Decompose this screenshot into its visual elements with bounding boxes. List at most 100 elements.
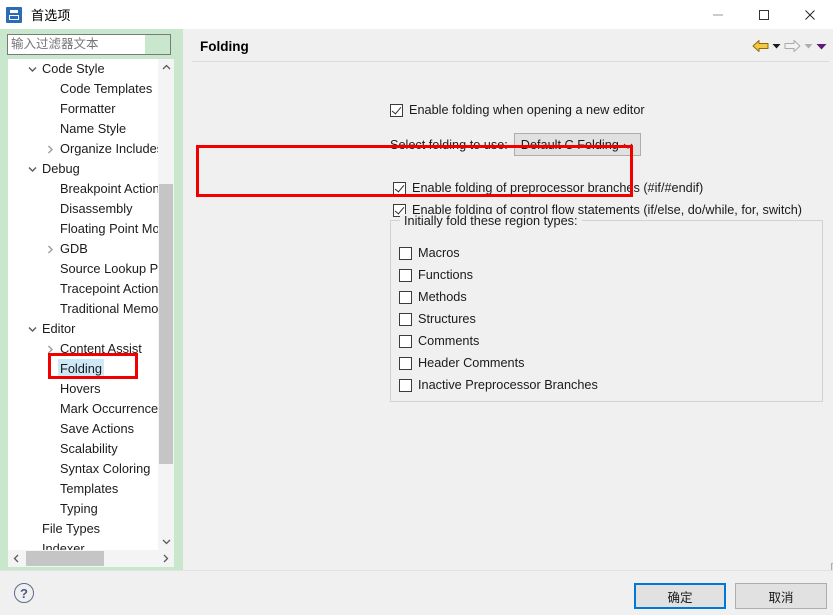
region-type-checkbox-header-comments[interactable] (399, 356, 412, 370)
select-folding-value: Default C Folding (520, 137, 619, 152)
region-type-label: Structures (418, 312, 476, 326)
tree-horizontal-scroll-thumb[interactable] (26, 551, 104, 566)
region-type-row-structures[interactable]: Structures (399, 312, 476, 326)
sidebar-item-templates[interactable]: Templates (8, 479, 158, 499)
minimize-icon[interactable] (695, 0, 741, 29)
back-menu-chevron-down-icon[interactable] (772, 36, 781, 56)
sidebar-item-label: Templates (60, 481, 119, 496)
close-icon[interactable] (787, 0, 833, 29)
sidebar-item-tracepoint-actions[interactable]: Tracepoint Actions (8, 279, 158, 299)
sidebar-item-syntax-coloring[interactable]: Syntax Coloring (8, 459, 158, 479)
filter-field[interactable] (7, 34, 171, 55)
sidebar-item-formatter[interactable]: Formatter (8, 99, 158, 119)
filter-clear-button[interactable] (145, 35, 170, 54)
eclipse-preferences-icon (6, 6, 22, 23)
sidebar-item-disassembly[interactable]: Disassembly (8, 199, 158, 219)
chevron-right-icon[interactable] (42, 139, 58, 159)
sidebar-item-floating-point-mode[interactable]: Floating Point Mode (8, 219, 158, 239)
chevron-right-icon[interactable] (42, 239, 58, 259)
sidebar-item-label: Traditional Memory (60, 301, 158, 316)
title-divider (192, 61, 829, 62)
page-title: Folding (200, 39, 249, 54)
sidebar-item-breakpoint-actions[interactable]: Breakpoint Actions (8, 179, 158, 199)
region-type-checkbox-macros[interactable] (399, 246, 412, 260)
region-type-checkbox-structures[interactable] (399, 312, 412, 326)
region-type-checkbox-inactive-preprocessor-branches[interactable] (399, 378, 412, 392)
sidebar-item-debug[interactable]: Debug (8, 159, 158, 179)
enable-folding-new-editor-row[interactable]: Enable folding when opening a new editor (390, 103, 645, 117)
chevron-down-icon[interactable] (24, 319, 40, 339)
search-input[interactable] (8, 35, 146, 54)
cancel-button[interactable]: 取消 (735, 583, 827, 609)
region-type-label: Header Comments (418, 356, 525, 370)
select-folding-dropdown[interactable]: Default C Folding (513, 133, 641, 156)
region-type-checkbox-methods[interactable] (399, 290, 412, 304)
sidebar-item-editor[interactable]: Editor (8, 319, 158, 339)
enable-folding-new-editor-checkbox[interactable] (390, 103, 403, 117)
sidebar-item-file-types[interactable]: File Types (8, 519, 158, 539)
sidebar-item-scalability[interactable]: Scalability (8, 439, 158, 459)
region-type-row-header-comments[interactable]: Header Comments (399, 356, 524, 370)
chevron-down-icon[interactable] (24, 59, 40, 79)
sidebar-item-label: Typing (60, 501, 98, 516)
sidebar-item-gdb[interactable]: GDB (8, 239, 158, 259)
sidebar-item-label: Tracepoint Actions (60, 281, 158, 296)
sidebar-item-content-assist[interactable]: Content Assist (8, 339, 158, 359)
sidebar-item-label: Name Style (60, 121, 127, 136)
enable-folding-new-editor-label: Enable folding when opening a new editor (409, 103, 645, 117)
sidebar-item-save-actions[interactable]: Save Actions (8, 419, 158, 439)
sidebar-item-typing[interactable]: Typing (8, 499, 158, 519)
region-type-label: Functions (418, 268, 474, 282)
sidebar-item-mark-occurrences[interactable]: Mark Occurrences (8, 399, 158, 419)
view-menu-chevron-down-icon[interactable] (816, 36, 827, 56)
chevron-down-icon[interactable] (158, 533, 174, 550)
region-type-label: Comments (418, 334, 480, 348)
sidebar-item-organize-includes[interactable]: Organize Includes (8, 139, 158, 159)
tree-vertical-scrollbar[interactable] (158, 59, 174, 550)
sidebar-item-code-templates[interactable]: Code Templates (8, 79, 158, 99)
sidebar-item-source-lookup-path[interactable]: Source Lookup Path (8, 259, 158, 279)
chevron-right-icon[interactable] (42, 339, 58, 359)
region-type-row-functions[interactable]: Functions (399, 268, 473, 282)
enable-folding-preprocessor-checkbox[interactable] (393, 181, 406, 195)
region-type-label: Methods (418, 290, 467, 304)
region-type-label: Inactive Preprocessor Branches (418, 378, 598, 392)
preference-navigation (752, 36, 827, 56)
region-type-row-comments[interactable]: Comments (399, 334, 479, 348)
help-icon[interactable]: ? (14, 583, 34, 603)
sidebar-item-folding[interactable]: Folding (8, 359, 158, 379)
sidebar-item-name-style[interactable]: Name Style (8, 119, 158, 139)
main-panel: Folding Enable folding when opening a ne… (190, 29, 833, 589)
sidebar-item-label: File Types (42, 521, 101, 536)
maximize-icon[interactable] (741, 0, 787, 29)
region-type-row-methods[interactable]: Methods (399, 290, 467, 304)
back-arrow-icon[interactable] (752, 36, 769, 56)
chevron-down-icon[interactable] (24, 159, 40, 179)
region-type-row-inactive-preprocessor-branches[interactable]: Inactive Preprocessor Branches (399, 378, 598, 392)
tree-horizontal-scrollbar[interactable] (8, 550, 174, 567)
enable-folding-preprocessor-row[interactable]: Enable folding of preprocessor branches … (393, 181, 703, 195)
chevron-up-icon[interactable] (158, 59, 174, 76)
sidebar-item-traditional-memory[interactable]: Traditional Memory (8, 299, 158, 319)
sidebar: Code Style Code Templates Formatter Name St… (0, 29, 183, 570)
sidebar-item-label: Folding (58, 359, 104, 379)
sidebar-item-indexer[interactable]: Indexer (8, 539, 158, 550)
chevron-left-icon[interactable] (8, 550, 25, 567)
tree-items-container: Code Style Code Templates Formatter Name St… (8, 59, 158, 550)
sidebar-item-hovers[interactable]: Hovers (8, 379, 158, 399)
sidebar-item-label: Mark Occurrences (60, 401, 158, 416)
region-type-checkbox-functions[interactable] (399, 268, 412, 282)
sidebar-item-label: Code Templates (60, 81, 153, 96)
preferences-dialog: 首选项 Code Style Code Templates Formatter Nam… (0, 0, 833, 615)
region-type-checkbox-comments[interactable] (399, 334, 412, 348)
tree-vertical-scroll-thumb[interactable] (159, 184, 173, 464)
sidebar-item-label: Debug (42, 161, 80, 176)
region-type-row-macros[interactable]: Macros (399, 246, 460, 260)
sidebar-item-code-style[interactable]: Code Style (8, 59, 158, 79)
sidebar-item-label: Disassembly (60, 201, 133, 216)
ok-button[interactable]: 确定 (634, 583, 726, 609)
sidebar-item-label: Syntax Coloring (60, 461, 151, 476)
sidebar-item-label: Indexer (42, 541, 85, 550)
chevron-right-icon[interactable] (157, 550, 174, 567)
sidebar-item-label: Formatter (60, 101, 116, 116)
